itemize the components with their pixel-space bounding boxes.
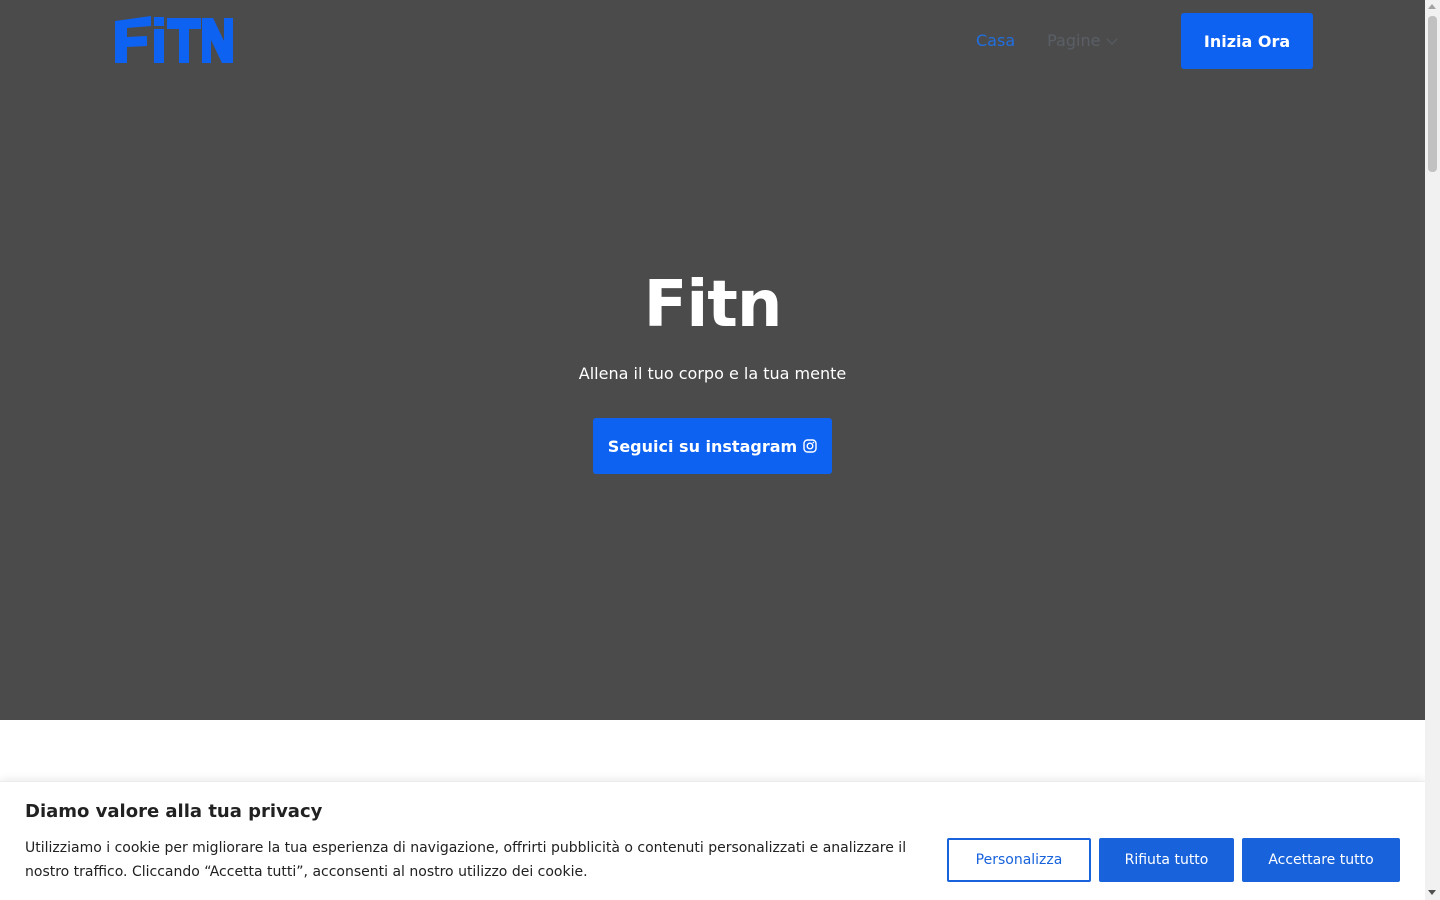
- nav-link-pages[interactable]: Pagine: [1047, 28, 1119, 54]
- page: Casa Pagine Inizia Ora Fitn Allena il tu…: [0, 0, 1440, 900]
- scrollbar-thumb[interactable]: [1428, 16, 1437, 172]
- instagram-icon: [803, 439, 817, 453]
- start-now-button[interactable]: Inizia Ora: [1181, 13, 1313, 69]
- cookie-reject-all-button[interactable]: Rifiuta tutto: [1099, 838, 1234, 882]
- fitn-logo-icon: [115, 16, 233, 63]
- chevron-down-icon: [1106, 33, 1119, 45]
- instagram-follow-button[interactable]: Seguici su instagram: [593, 418, 832, 474]
- hero-section: Casa Pagine Inizia Ora Fitn Allena il tu…: [0, 0, 1425, 720]
- nav-pages-label: Pagine: [1047, 31, 1101, 50]
- page-scrollbar[interactable]: [1425, 0, 1440, 900]
- main-nav: Casa Pagine: [976, 28, 1119, 54]
- scroll-down-arrow-icon[interactable]: [1428, 890, 1436, 895]
- brand-logo[interactable]: [113, 15, 234, 64]
- nav-link-home[interactable]: Casa: [976, 28, 1015, 54]
- hero-subtitle: Allena il tuo corpo e la tua mente: [578, 364, 847, 383]
- cookie-accept-all-button[interactable]: Accettare tutto: [1242, 838, 1400, 882]
- cookie-customize-button[interactable]: Personalizza: [947, 838, 1091, 882]
- hero-title: Fitn: [643, 268, 783, 342]
- cookie-banner-title: Diamo valore alla tua privacy: [25, 801, 323, 822]
- scroll-up-arrow-icon[interactable]: [1428, 4, 1436, 9]
- viewport: Casa Pagine Inizia Ora Fitn Allena il tu…: [0, 0, 1425, 900]
- instagram-button-label: Seguici su instagram: [607, 436, 798, 456]
- cookie-consent-banner: Diamo valore alla tua privacy Utilizziam…: [0, 781, 1425, 900]
- cookie-banner-text: Utilizziamo i cookie per migliorare la t…: [25, 840, 907, 880]
